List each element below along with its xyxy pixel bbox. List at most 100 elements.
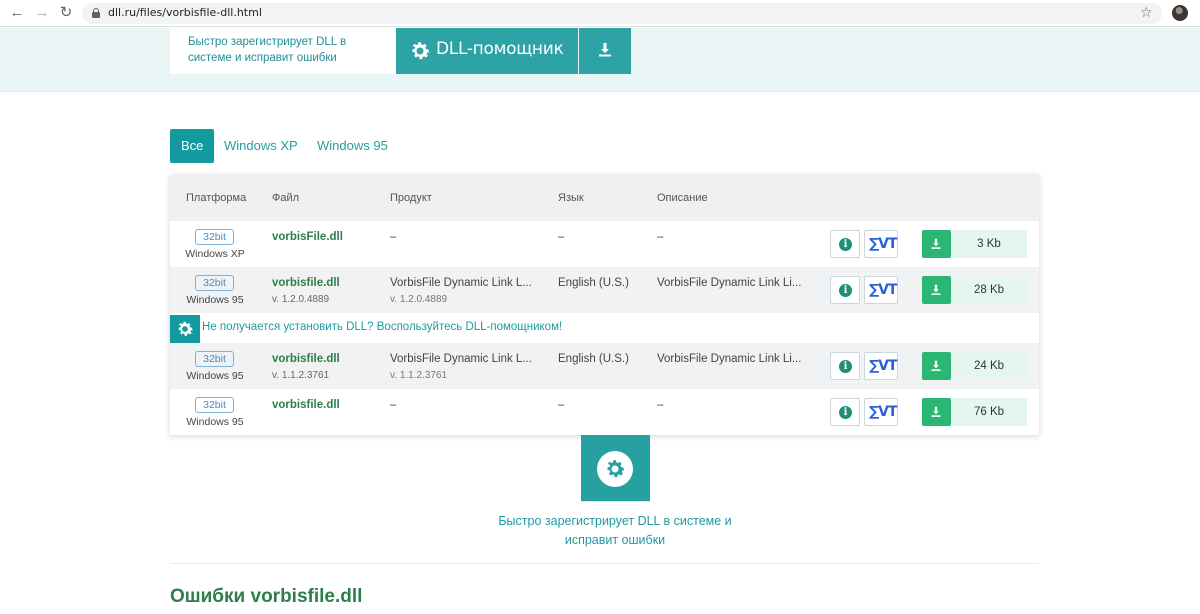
product-version: v. 1.2.0.4889: [390, 294, 448, 305]
notice-gear-box: [170, 315, 200, 343]
tab-windows-95[interactable]: Windows 95: [317, 129, 388, 163]
virustotal-icon: ∑VT: [869, 358, 897, 374]
file-name-link[interactable]: vorbisfile.dll: [272, 399, 340, 411]
tab-all[interactable]: Все: [170, 129, 215, 163]
helper-download-button[interactable]: [579, 28, 631, 74]
info-icon: i: [839, 406, 852, 419]
header-description: Описание: [657, 192, 708, 204]
description-text: –: [657, 399, 664, 411]
info-icon: i: [839, 238, 852, 251]
header-language: Язык: [558, 192, 584, 204]
description-text: VorbisFile Dynamic Link Li...: [657, 277, 802, 289]
promo-text: Быстро зарегистрирует DLL в системе и ис…: [188, 36, 347, 64]
vt-label: VT: [878, 404, 897, 420]
virustotal-button[interactable]: ∑VT: [864, 230, 898, 258]
helper-notice[interactable]: Не получается установить DLL? Воспользуй…: [170, 313, 1039, 343]
url-text: dll.ru/files/vorbisfile-dll.html: [108, 6, 262, 19]
helper-tile-underline: [581, 501, 650, 502]
notice-text[interactable]: Не получается установить DLL? Воспользуй…: [202, 321, 562, 333]
helper-description[interactable]: Быстро зарегистрирует DLL в системе и ис…: [490, 512, 740, 550]
back-arrow-icon[interactable]: ←: [8, 4, 26, 22]
file-name-link[interactable]: vorbisFile.dll: [272, 231, 343, 243]
vt-label: VT: [878, 236, 897, 252]
address-bar[interactable]: dll.ru/files/vorbisfile-dll.html: [82, 3, 1162, 24]
table-row: 32bit Windows 95 vorbisfile.dll v. 1.2.0…: [170, 267, 1039, 313]
download-icon: [931, 284, 941, 295]
download-icon: [931, 238, 941, 249]
platform-text: Windows 95: [186, 370, 244, 382]
bitness-badge: 32bit: [195, 351, 234, 367]
forward-arrow-icon[interactable]: →: [33, 4, 51, 22]
table-row: 32bit Windows 95 vorbisfile.dll v. 1.1.2…: [170, 343, 1039, 389]
tab-windows-xp[interactable]: Windows XP: [224, 129, 298, 163]
dll-helper-label: DLL-помощник: [436, 39, 564, 59]
file-name-link[interactable]: vorbisfile.dll: [272, 277, 340, 289]
header-file: Файл: [272, 192, 300, 204]
product-text: VorbisFile Dynamic Link L...: [390, 353, 532, 365]
language-text: English (U.S.): [558, 277, 629, 289]
platform-text: Windows XP: [185, 248, 245, 260]
table-row: 32bit Windows XP vorbisFile.dll – – – i …: [170, 221, 1039, 267]
file-name-link[interactable]: vorbisfile.dll: [272, 353, 340, 365]
bitness-badge: 32bit: [195, 229, 234, 245]
helper-circle: [597, 451, 633, 487]
product-text: VorbisFile Dynamic Link L...: [390, 277, 532, 289]
file-size[interactable]: 28 Kb: [951, 276, 1027, 304]
download-icon: [931, 406, 941, 417]
gear-icon: [412, 42, 430, 60]
errors-heading: Ошибки vorbisfile.dll: [170, 586, 363, 607]
info-button[interactable]: i: [830, 230, 860, 258]
info-icon: i: [839, 284, 852, 297]
virustotal-button[interactable]: ∑VT: [864, 352, 898, 380]
info-button[interactable]: i: [830, 398, 860, 426]
file-size[interactable]: 76 Kb: [951, 398, 1027, 426]
product-text: –: [390, 231, 397, 243]
download-button[interactable]: [922, 276, 951, 304]
info-button[interactable]: i: [830, 276, 860, 304]
dll-helper-button[interactable]: DLL-помощник: [396, 28, 578, 74]
reload-icon[interactable]: ↻: [57, 4, 75, 22]
platform-text: Windows 95: [186, 416, 244, 428]
gear-icon: [178, 321, 193, 336]
dll-helper-tile[interactable]: [581, 435, 650, 501]
profile-avatar[interactable]: [1172, 5, 1188, 21]
download-button[interactable]: [922, 398, 951, 426]
virustotal-icon: ∑VT: [869, 236, 897, 252]
vt-label: VT: [878, 282, 897, 298]
table-row: 32bit Windows 95 vorbisfile.dll – – – i …: [170, 389, 1039, 435]
dll-files-table: Платформа Файл Продукт Язык Описание 32b…: [170, 175, 1039, 435]
virustotal-button[interactable]: ∑VT: [864, 398, 898, 426]
download-button[interactable]: [922, 352, 951, 380]
download-icon: [931, 360, 941, 371]
file-size[interactable]: 24 Kb: [951, 352, 1027, 380]
description-text: VorbisFile Dynamic Link Li...: [657, 353, 802, 365]
promo-card: Быстро зарегистрирует DLL в системе и ис…: [170, 28, 396, 74]
virustotal-button[interactable]: ∑VT: [864, 276, 898, 304]
header-platform: Платформа: [186, 192, 247, 204]
file-size[interactable]: 3 Kb: [951, 230, 1027, 258]
virustotal-icon: ∑VT: [869, 282, 897, 298]
gear-icon: [607, 460, 625, 478]
lock-icon: [92, 8, 100, 18]
info-icon: i: [839, 360, 852, 373]
header-product: Продукт: [390, 192, 432, 204]
platform-text: Windows 95: [186, 294, 244, 306]
language-text: English (U.S.): [558, 353, 629, 365]
browser-toolbar: ← → ↻ dll.ru/files/vorbisfile-dll.html ☆: [0, 0, 1200, 27]
info-button[interactable]: i: [830, 352, 860, 380]
table-header: Платформа Файл Продукт Язык Описание: [170, 175, 1039, 221]
download-icon: [599, 43, 611, 57]
bitness-badge: 32bit: [195, 275, 234, 291]
product-text: –: [390, 399, 397, 411]
file-version: v. 1.2.0.4889: [272, 294, 330, 305]
virustotal-icon: ∑VT: [869, 404, 897, 420]
description-text: –: [657, 231, 664, 243]
bitness-badge: 32bit: [195, 397, 234, 413]
language-text: –: [558, 399, 565, 411]
section-divider: [170, 563, 1039, 564]
vt-label: VT: [878, 358, 897, 374]
download-button[interactable]: [922, 230, 951, 258]
bookmark-star-icon[interactable]: ☆: [1140, 4, 1153, 21]
language-text: –: [558, 231, 565, 243]
product-version: v. 1.1.2.3761: [390, 370, 448, 381]
